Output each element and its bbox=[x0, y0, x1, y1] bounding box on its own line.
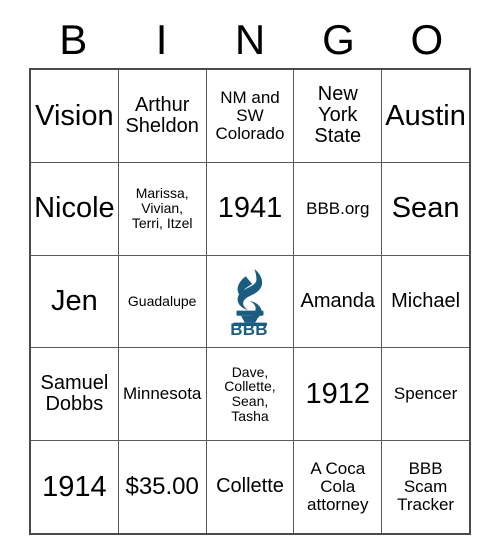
bingo-cell-label: 1914 bbox=[42, 470, 107, 503]
bingo-header-row: B I N G O bbox=[29, 12, 471, 68]
bingo-cell-label: Austin bbox=[385, 99, 466, 132]
bingo-row: Jen Guadalupe BBB Amanda Michael bbox=[29, 254, 471, 349]
bingo-cell-label: Jen bbox=[51, 285, 98, 318]
bingo-cell-label: Amanda bbox=[300, 289, 376, 312]
svg-text:BBB: BBB bbox=[230, 320, 267, 335]
bingo-cell-label: Nicole bbox=[34, 192, 115, 225]
bingo-cell-label: 1941 bbox=[217, 192, 283, 225]
bbb-torch-logo-icon: BBB bbox=[209, 257, 292, 347]
bingo-cell-o3[interactable]: Michael bbox=[381, 254, 471, 349]
bingo-cell-label: Collette bbox=[216, 475, 284, 498]
bingo-cell-label: A Coca Cola attorney bbox=[307, 459, 369, 515]
bingo-cell-label: 1912 bbox=[305, 377, 371, 410]
bingo-cell-label: Minnesota bbox=[122, 384, 202, 404]
bingo-cell-free-space[interactable]: BBB bbox=[205, 254, 295, 349]
bingo-grid: Vision Arthur Sheldon NM and SW Colorado… bbox=[29, 68, 471, 535]
bingo-row: Nicole Marissa, Vivian, Terri, Itzel 194… bbox=[29, 161, 471, 256]
bingo-cell-label: $35.00 bbox=[125, 473, 199, 501]
bingo-header-letter-o: O bbox=[410, 16, 444, 63]
bingo-cell-label: Guadalupe bbox=[127, 293, 197, 310]
bingo-cell-i4[interactable]: Minnesota bbox=[117, 347, 207, 442]
bingo-cell-i1[interactable]: Arthur Sheldon bbox=[117, 68, 207, 163]
bingo-cell-o2[interactable]: Sean bbox=[381, 161, 471, 256]
bingo-cell-o5[interactable]: BBB Scam Tracker bbox=[381, 440, 471, 535]
bingo-cell-label: Dave, Collette, Sean, Tasha bbox=[224, 363, 276, 425]
bingo-header-letter-g: G bbox=[322, 16, 355, 63]
bingo-cell-b1[interactable]: Vision bbox=[29, 68, 119, 163]
bingo-cell-n4[interactable]: Dave, Collette, Sean, Tasha bbox=[205, 347, 295, 442]
bingo-cell-label: Arthur Sheldon bbox=[125, 93, 199, 137]
bingo-cell-label: New York State bbox=[314, 83, 362, 148]
bingo-cell-label: Vision bbox=[35, 99, 114, 132]
bingo-cell-i3[interactable]: Guadalupe bbox=[117, 254, 207, 349]
bingo-header-letter-i: I bbox=[155, 16, 168, 63]
bingo-cell-b4[interactable]: Samuel Dobbs bbox=[29, 347, 119, 442]
bingo-cell-b3[interactable]: Jen bbox=[29, 254, 119, 349]
bingo-cell-g2[interactable]: BBB.org bbox=[293, 161, 383, 256]
bingo-cell-o1[interactable]: Austin bbox=[381, 68, 471, 163]
bingo-cell-label: Michael bbox=[391, 289, 461, 312]
bingo-cell-label: BBB Scam Tracker bbox=[397, 459, 455, 515]
bingo-cell-label: Sean bbox=[391, 192, 460, 225]
bingo-cell-label: Samuel Dobbs bbox=[40, 372, 109, 416]
bingo-header-letter-n: N bbox=[234, 16, 266, 63]
bingo-cell-label: NM and SW Colorado bbox=[215, 87, 285, 143]
bingo-cell-g5[interactable]: A Coca Cola attorney bbox=[293, 440, 383, 535]
bingo-cell-b2[interactable]: Nicole bbox=[29, 161, 119, 256]
bingo-header-letter-b: B bbox=[59, 16, 88, 63]
bingo-cell-label: BBB.org bbox=[306, 198, 370, 218]
bingo-cell-n1[interactable]: NM and SW Colorado bbox=[205, 68, 295, 163]
bingo-cell-label: Spencer bbox=[393, 384, 458, 404]
bingo-row: Vision Arthur Sheldon NM and SW Colorado… bbox=[29, 68, 471, 163]
bingo-cell-i2[interactable]: Marissa, Vivian, Terri, Itzel bbox=[117, 161, 207, 256]
bingo-row: Samuel Dobbs Minnesota Dave, Collette, S… bbox=[29, 347, 471, 442]
bingo-cell-g4[interactable]: 1912 bbox=[293, 347, 383, 442]
bingo-cell-o4[interactable]: Spencer bbox=[381, 347, 471, 442]
bingo-cell-n5[interactable]: Collette bbox=[205, 440, 295, 535]
bingo-card: B I N G O Vision Arthur Sheldon NM and S… bbox=[29, 12, 471, 535]
bingo-cell-g1[interactable]: New York State bbox=[293, 68, 383, 163]
bingo-cell-g3[interactable]: Amanda bbox=[293, 254, 383, 349]
bingo-cell-n2[interactable]: 1941 bbox=[205, 161, 295, 256]
bingo-cell-b5[interactable]: 1914 bbox=[29, 440, 119, 535]
bingo-cell-i5[interactable]: $35.00 bbox=[117, 440, 207, 535]
bingo-row: 1914 $35.00 Collette A Coca Cola attorne… bbox=[29, 440, 471, 535]
bingo-cell-label: Marissa, Vivian, Terri, Itzel bbox=[131, 185, 193, 232]
